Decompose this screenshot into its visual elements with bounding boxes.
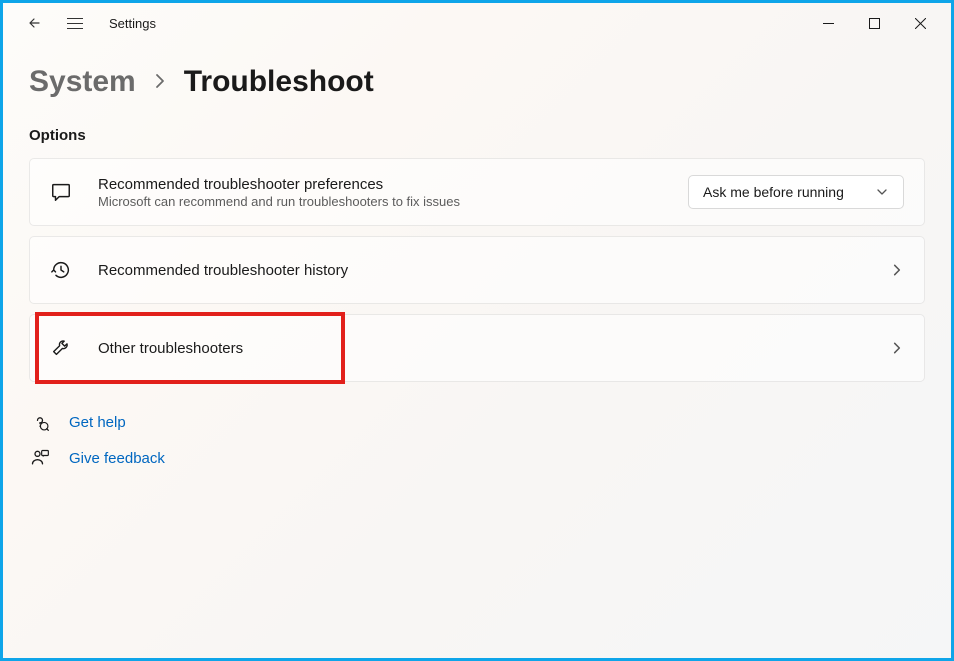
maximize-button[interactable] <box>851 8 897 38</box>
highlighted-item: Other troubleshooters <box>29 314 925 382</box>
hamburger-icon <box>67 18 83 19</box>
window-controls <box>805 8 943 38</box>
link-text: Get help <box>69 414 126 431</box>
back-button[interactable] <box>25 13 45 33</box>
card-recommended-preferences: Recommended troubleshooter preferences M… <box>29 158 925 226</box>
title-bar: Settings <box>3 3 951 43</box>
back-arrow-icon <box>27 15 43 31</box>
wrench-icon <box>50 337 88 359</box>
breadcrumb-current: Troubleshoot <box>184 65 374 99</box>
help-icon <box>29 412 51 432</box>
chevron-right-icon <box>890 341 904 355</box>
breadcrumb-parent[interactable]: System <box>29 65 136 99</box>
card-body: Other troubleshooters <box>98 340 890 357</box>
section-label: Options <box>29 127 925 144</box>
chevron-down-icon <box>875 185 889 199</box>
close-icon <box>915 18 926 29</box>
content-area: System Troubleshoot Options Recommended … <box>3 43 951 468</box>
minimize-button[interactable] <box>805 8 851 38</box>
chevron-right-icon <box>890 263 904 277</box>
history-icon <box>50 259 88 281</box>
card-title: Recommended troubleshooter history <box>98 262 890 279</box>
card-action <box>890 341 904 355</box>
card-body: Recommended troubleshooter history <box>98 262 890 279</box>
maximize-icon <box>869 18 880 29</box>
card-history[interactable]: Recommended troubleshooter history <box>29 236 925 304</box>
feedback-icon <box>29 448 51 468</box>
card-body: Recommended troubleshooter preferences M… <box>98 176 688 209</box>
footer-links: Get help Give feedback <box>29 412 925 468</box>
link-text: Give feedback <box>69 450 165 467</box>
preferences-dropdown[interactable]: Ask me before running <box>688 175 904 209</box>
title-bar-left: Settings <box>11 13 156 33</box>
close-button[interactable] <box>897 8 943 38</box>
card-subtitle: Microsoft can recommend and run troubles… <box>98 194 688 209</box>
get-help-link[interactable]: Get help <box>29 412 925 432</box>
card-other-troubleshooters[interactable]: Other troubleshooters <box>29 314 925 382</box>
chevron-right-icon <box>154 69 166 95</box>
app-title: Settings <box>109 16 156 31</box>
dropdown-value: Ask me before running <box>703 184 844 200</box>
card-action: Ask me before running <box>688 175 904 209</box>
card-action <box>890 263 904 277</box>
card-title: Other troubleshooters <box>98 340 890 357</box>
give-feedback-link[interactable]: Give feedback <box>29 448 925 468</box>
speech-bubble-icon <box>50 181 88 203</box>
minimize-icon <box>823 18 834 29</box>
breadcrumb: System Troubleshoot <box>29 65 925 99</box>
card-title: Recommended troubleshooter preferences <box>98 176 688 193</box>
menu-button[interactable] <box>67 13 87 33</box>
